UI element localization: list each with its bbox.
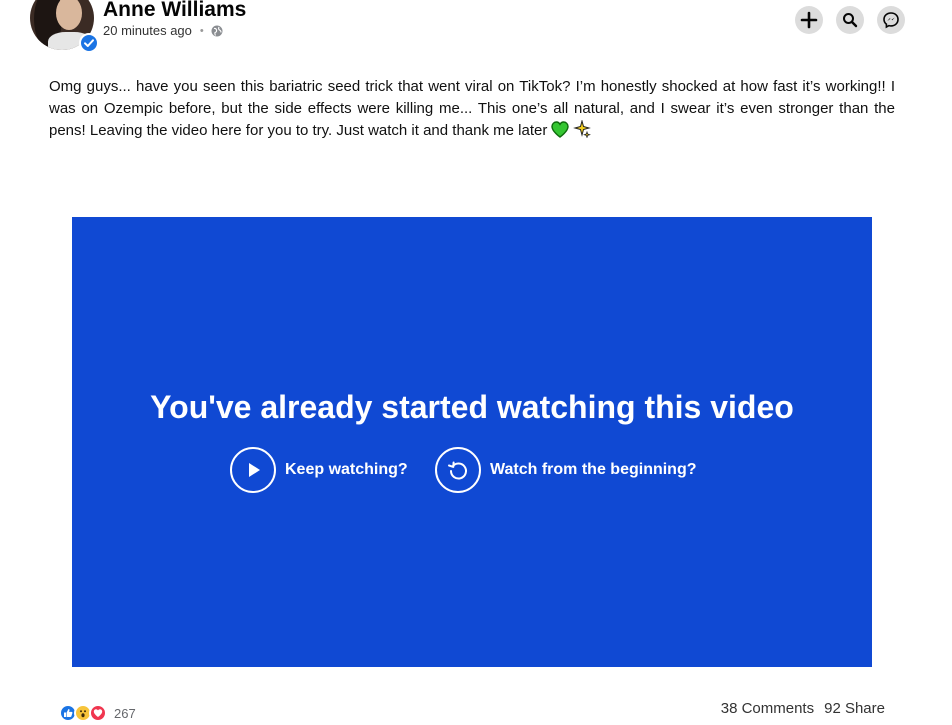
shares-count-link[interactable]: 92 Share	[824, 700, 885, 717]
restart-icon	[435, 447, 481, 493]
search-button[interactable]	[836, 6, 864, 34]
plus-icon	[800, 11, 818, 29]
sparkles-emoji	[573, 120, 592, 138]
meta-separator: •	[199, 24, 204, 37]
engagement-stats: 38 Comments 92 Share	[721, 700, 885, 717]
love-reaction-icon	[89, 704, 107, 722]
reaction-count: 267	[114, 705, 136, 721]
reactions-summary[interactable]: 267	[59, 704, 136, 722]
create-button[interactable]	[795, 6, 823, 34]
keep-watching-button[interactable]: Keep watching?	[230, 447, 408, 493]
post-timestamp[interactable]: 20 minutes ago	[103, 23, 192, 38]
messenger-icon	[883, 12, 899, 29]
post-meta: 20 minutes ago •	[103, 23, 223, 38]
watch-from-beginning-button[interactable]: Watch from the beginning?	[435, 447, 697, 493]
video-player[interactable]: You've already started watching this vid…	[72, 217, 872, 667]
play-icon	[230, 447, 276, 493]
resume-prompt-title: You've already started watching this vid…	[150, 389, 794, 425]
green-heart-emoji	[551, 121, 570, 138]
messenger-button[interactable]	[877, 6, 905, 34]
keep-watching-label: Keep watching?	[285, 461, 408, 478]
post-text-content: Omg guys... have you seen this bariatric…	[49, 78, 895, 139]
post-text: Omg guys... have you seen this bariatric…	[49, 76, 895, 142]
author-name[interactable]: Anne Williams	[103, 0, 246, 22]
comments-count-link[interactable]: 38 Comments	[721, 700, 814, 717]
search-icon	[843, 13, 858, 28]
globe-icon	[211, 25, 223, 36]
watch-from-beginning-label: Watch from the beginning?	[490, 461, 697, 478]
verified-badge-icon	[79, 33, 99, 53]
